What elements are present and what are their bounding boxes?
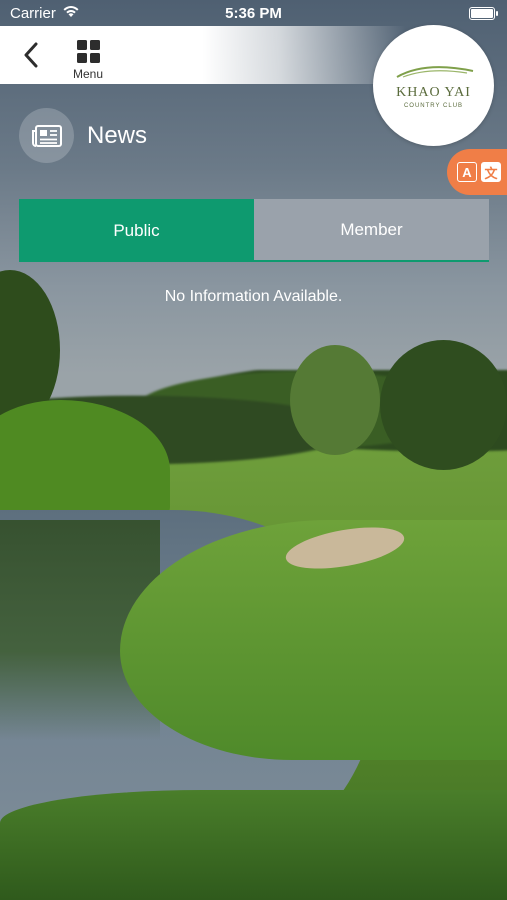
news-icon-badge [19, 108, 74, 163]
back-button[interactable] [12, 36, 50, 74]
club-logo: KHAO YAI COUNTRY CLUB [373, 25, 494, 146]
menu-label: Menu [72, 67, 104, 81]
clock: 5:36 PM [225, 5, 282, 22]
status-bar: Carrier 5:36 PM [0, 0, 507, 26]
battery-icon [469, 7, 498, 20]
menu-button[interactable]: Menu [66, 40, 110, 84]
translate-icon-secondary: 文 [481, 162, 501, 182]
logo-subtitle: COUNTRY CLUB [403, 103, 464, 109]
menu-grid-icon [76, 40, 100, 63]
translate-button[interactable]: A 文 [447, 149, 507, 195]
translate-icon: A [457, 162, 477, 182]
tab-public[interactable]: Public [19, 199, 254, 262]
tab-bar: Public Member [19, 199, 489, 262]
logo-name: KHAO YAI [396, 85, 471, 100]
empty-state-message: No Information Available. [164, 288, 343, 305]
tab-member[interactable]: Member [254, 199, 489, 262]
logo-swoosh-icon [396, 66, 474, 78]
news-icon [31, 124, 62, 147]
back-arrow-icon [24, 42, 38, 68]
page-title: News [87, 122, 148, 149]
